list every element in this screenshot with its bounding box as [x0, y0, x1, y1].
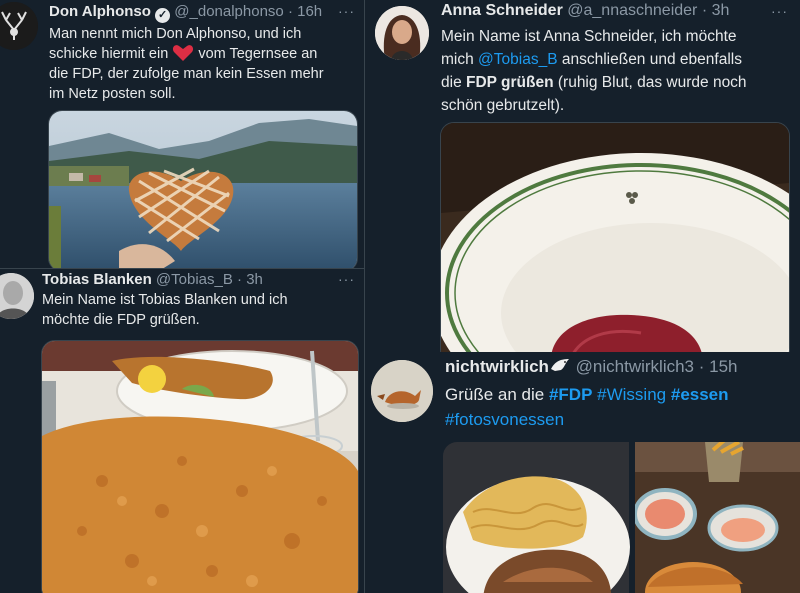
tweet-time[interactable]: · 16h: [288, 3, 322, 20]
tweet-don-alphonso[interactable]: Don Alphonso ✓ @_donalphonso · 16h ··· M…: [0, 0, 364, 268]
author-name[interactable]: nichtwirklich: [445, 357, 549, 376]
tweet-time[interactable]: · 3h: [702, 2, 730, 19]
schnitzel-photo: [42, 341, 358, 593]
tweet-photo-schnitzel[interactable]: [41, 340, 359, 593]
tweet-photo-grid[interactable]: [443, 442, 800, 593]
more-options-icon[interactable]: ···: [338, 271, 355, 287]
author-handle[interactable]: @Tobias_B: [156, 271, 233, 288]
tweet-header: nichtwirklich @nichtwirklich3 · 15h: [445, 357, 738, 377]
tweet-header: Anna Schneider @a_nnaschneider · 3h: [441, 2, 729, 20]
fox-photo-icon: [371, 360, 433, 422]
author-name[interactable]: Anna Schneider: [441, 2, 563, 19]
hashtag-link[interactable]: #Wissing: [597, 385, 666, 404]
tweet-nichtwirklich[interactable]: nichtwirklich @nichtwirklich3 · 15h Grüß…: [365, 352, 800, 593]
tweet-time[interactable]: · 15h: [699, 357, 738, 376]
plate-photo: [441, 123, 789, 352]
author-name[interactable]: Don Alphonso: [49, 3, 151, 20]
divider: [0, 268, 364, 269]
tweet-text: Mein Name ist Tobias Blanken und ich möc…: [42, 292, 288, 328]
tweet-photo-heart-pastry[interactable]: [48, 110, 358, 268]
hashtag-link[interactable]: #FDP: [549, 385, 592, 404]
avatar[interactable]: [375, 6, 429, 60]
avatar[interactable]: [0, 2, 38, 50]
avatar[interactable]: [0, 273, 34, 319]
deer-antler-icon: [0, 2, 38, 50]
tweet-tobias-blanken[interactable]: Tobias Blanken @Tobias_B · 3h ··· Mein N…: [0, 268, 364, 593]
tweet-text: Man nennt mich Don Alphonso, und ich sch…: [49, 26, 324, 102]
mention-link[interactable]: @Tobias_B: [478, 51, 558, 68]
food-photos: [443, 442, 800, 593]
tweet-text: Mein Name ist Anna Schneider, ich möchte…: [441, 28, 747, 114]
author-handle[interactable]: @nichtwirklich3: [576, 357, 694, 376]
more-options-icon[interactable]: ···: [338, 3, 355, 19]
hashtag-link[interactable]: #fotosvonessen: [445, 410, 564, 429]
tweet-text: Grüße an die #FDP #Wissing #essen #fotos…: [445, 385, 729, 429]
author-handle[interactable]: @_donalphonso: [174, 3, 283, 20]
woman-portrait-icon: [375, 6, 429, 60]
more-options-icon[interactable]: ···: [771, 3, 788, 19]
avatar[interactable]: [371, 360, 433, 422]
hashtag-link[interactable]: #essen: [671, 385, 729, 404]
tweet-header: Tobias Blanken @Tobias_B · 3h: [42, 271, 263, 288]
author-name[interactable]: Tobias Blanken: [42, 271, 152, 288]
verified-badge-icon: ✓: [155, 8, 171, 23]
person-portrait-icon: [0, 273, 34, 319]
heart-pastry-lake-photo: [49, 111, 357, 268]
tweet-time[interactable]: · 3h: [237, 271, 263, 288]
tweet-header: Don Alphonso ✓ @_donalphonso · 16h: [49, 3, 322, 23]
author-handle[interactable]: @a_nnaschneider: [567, 2, 697, 19]
red-heart-icon: [173, 45, 194, 61]
dove-emoji-icon: [550, 359, 569, 371]
tweet-photo-raw-meat-plate[interactable]: [440, 122, 790, 352]
tweet-anna-schneider[interactable]: Anna Schneider @a_nnaschneider · 3h ··· …: [365, 0, 800, 352]
